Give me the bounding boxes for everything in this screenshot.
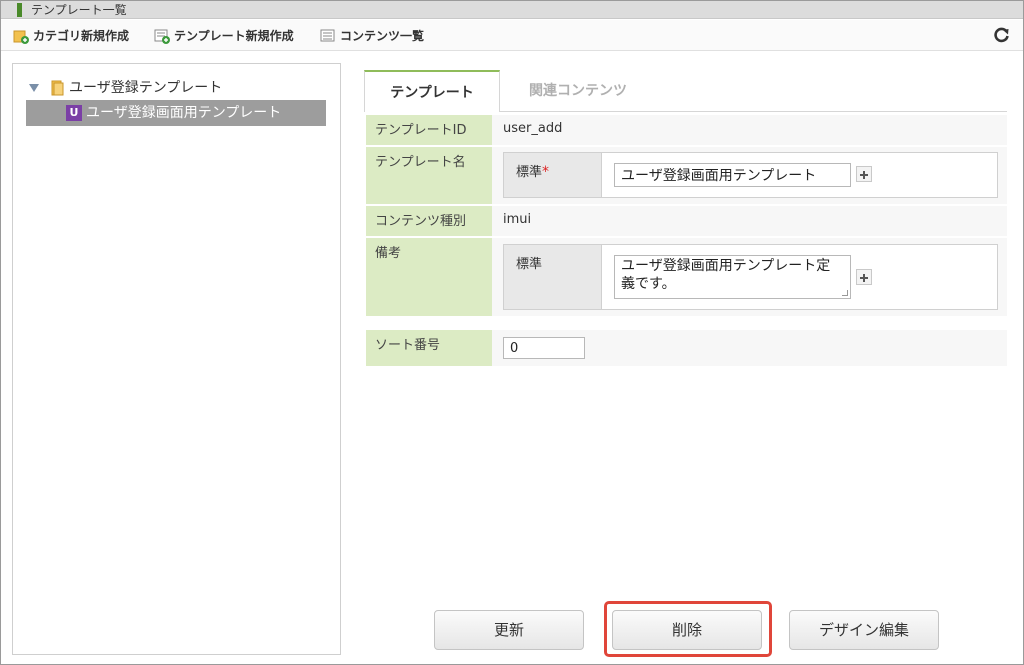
tab-template[interactable]: テンプレート: [364, 70, 500, 112]
add-language-plus-icon[interactable]: [856, 269, 872, 285]
contents-list-label: コンテンツ一覧: [340, 29, 425, 43]
sort-no-cell: [492, 330, 1007, 366]
list-icon: [320, 29, 335, 42]
delete-highlight-frame: [604, 601, 772, 657]
template-name-label: テンプレート名: [366, 147, 492, 204]
design-edit-button[interactable]: デザイン編集: [789, 610, 939, 650]
category-new-label: カテゴリ新規作成: [33, 29, 130, 43]
template-tree-panel: ユーザ登録テンプレート U ユーザ登録画面用テンプレート: [12, 63, 341, 655]
folder-icon: [51, 80, 64, 96]
expand-arrow-icon[interactable]: [29, 84, 39, 92]
tree-root-label: ユーザ登録テンプレート: [69, 80, 223, 96]
refresh-icon[interactable]: [993, 26, 1011, 44]
tab-related-contents[interactable]: 関連コンテンツ: [500, 70, 656, 112]
window-title: テンプレート一覧: [31, 3, 127, 17]
template-name-input[interactable]: [614, 163, 851, 187]
resize-grip-icon[interactable]: [842, 290, 848, 296]
content-type-value: imui: [503, 212, 532, 227]
template-id-label: テンプレートID: [366, 115, 492, 145]
contents-list-button[interactable]: コンテンツ一覧: [320, 27, 435, 45]
remarks-textarea[interactable]: ユーザ登録画面用テンプレート定義です。: [614, 255, 851, 299]
tab-divider-gap: [365, 111, 499, 112]
lang-standard-text: 標準: [516, 165, 543, 180]
title-mark-icon: [17, 3, 22, 17]
title-bar: テンプレート一覧: [1, 1, 1023, 19]
template-name-lang-box: 標準*: [503, 152, 998, 198]
sort-no-label: ソート番号: [366, 330, 492, 366]
remarks-text: ユーザ登録画面用テンプレート定義です。: [621, 258, 831, 292]
remarks-cell: 標準 ユーザ登録画面用テンプレート定義です。: [492, 238, 1007, 316]
template-new-button[interactable]: テンプレート新規作成: [154, 27, 304, 45]
remarks-label: 備考: [366, 238, 492, 316]
template-id-cell: user_add: [492, 115, 1007, 145]
template-name-lang-label: 標準*: [504, 153, 602, 197]
update-button[interactable]: 更新: [434, 610, 584, 650]
remarks-lang-box: 標準 ユーザ登録画面用テンプレート定義です。: [503, 244, 998, 310]
template-type-badge-icon: U: [66, 105, 82, 121]
sort-no-input[interactable]: [503, 337, 585, 359]
template-add-icon: [154, 29, 170, 44]
template-new-label: テンプレート新規作成: [174, 29, 294, 43]
template-name-cell: 標準*: [492, 147, 1007, 204]
remarks-lang-label: 標準: [504, 245, 602, 309]
required-mark: *: [542, 164, 550, 180]
category-add-icon: [13, 30, 29, 44]
toolbar: カテゴリ新規作成 テンプレート新規作成 コンテンツ一覧: [1, 20, 1023, 51]
tree-node-selected[interactable]: U ユーザ登録画面用テンプレート: [26, 100, 326, 126]
content-type-label: コンテンツ種別: [366, 206, 492, 236]
category-new-button[interactable]: カテゴリ新規作成: [13, 27, 138, 45]
add-language-plus-icon[interactable]: [856, 166, 872, 182]
content-type-cell: imui: [492, 206, 1007, 236]
template-id-value: user_add: [503, 121, 563, 136]
tree-child-label: ユーザ登録画面用テンプレート: [86, 105, 282, 121]
